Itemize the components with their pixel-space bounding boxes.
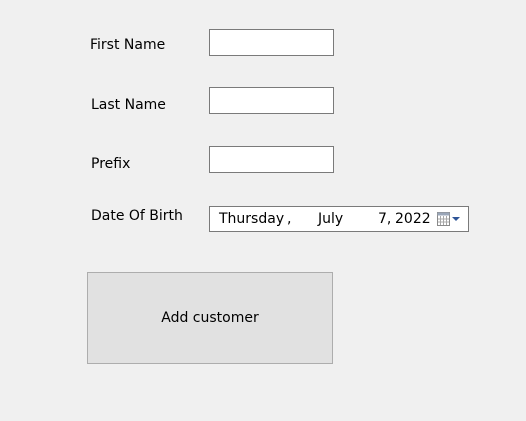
prefix-label: Prefix	[91, 156, 131, 172]
last-name-label: Last Name	[91, 97, 166, 113]
first-name-input[interactable]	[209, 29, 334, 56]
customer-form: First Name Last Name Prefix Date Of Birt…	[0, 0, 526, 421]
date-year[interactable]: 2022	[395, 211, 431, 228]
date-day[interactable]: 7,	[378, 211, 391, 228]
date-of-birth-label: Date Of Birth	[91, 208, 183, 224]
date-weekday[interactable]: Thursday	[219, 211, 284, 228]
date-separator: ,	[287, 211, 292, 227]
date-of-birth-picker[interactable]: Thursday , July 7, 2022	[209, 206, 469, 232]
last-name-input[interactable]	[209, 87, 334, 114]
first-name-label: First Name	[90, 37, 166, 53]
add-customer-button[interactable]: Add customer	[87, 272, 333, 364]
prefix-input[interactable]	[209, 146, 334, 173]
calendar-dropdown-icon[interactable]	[436, 211, 464, 228]
date-month[interactable]: July	[318, 211, 343, 228]
add-customer-button-label: Add customer	[161, 310, 259, 326]
